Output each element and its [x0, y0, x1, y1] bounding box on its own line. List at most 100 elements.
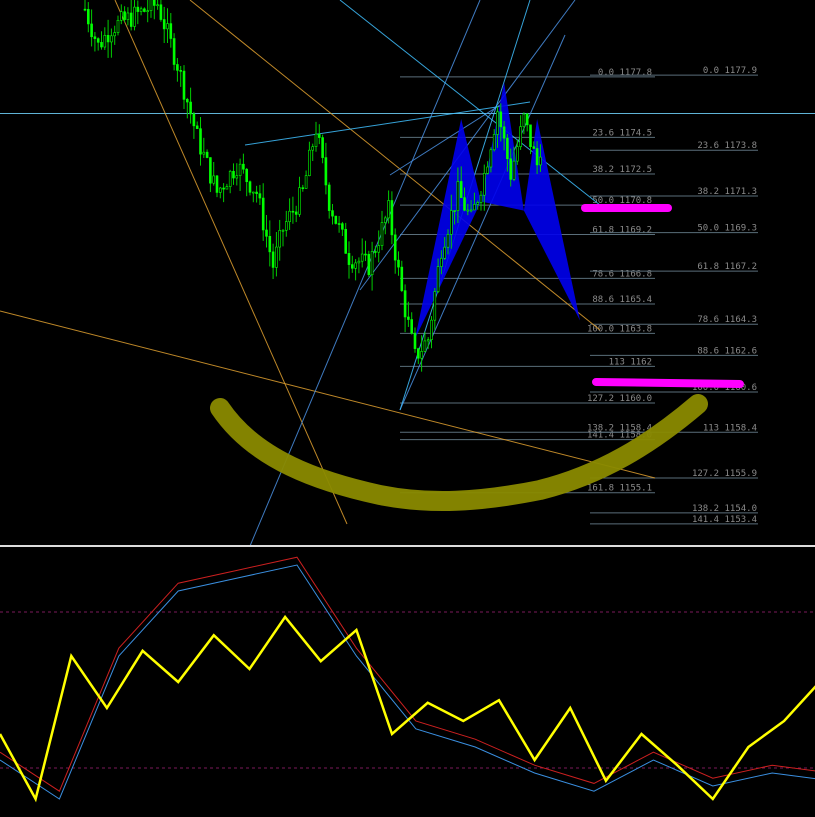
candle-body — [238, 163, 242, 176]
fib-level-right-label: 113 1158.4 — [703, 423, 757, 433]
fib-level-left-label: 61.8 1169.2 — [592, 225, 652, 235]
candle-body — [506, 137, 509, 160]
candle-body — [284, 221, 288, 231]
candle-body — [374, 251, 377, 253]
candle-body — [426, 339, 430, 342]
fib-level-right-label: 78.6 1164.3 — [697, 315, 757, 325]
candle-body — [189, 101, 192, 115]
candle-body — [192, 113, 196, 127]
candle-body — [268, 236, 272, 253]
candle-body — [103, 35, 107, 48]
candle-body — [519, 126, 522, 147]
candle-body — [159, 4, 163, 20]
candle-body — [304, 175, 308, 189]
candle-body — [532, 146, 536, 149]
candle-body — [473, 204, 476, 211]
candle-body — [433, 291, 437, 321]
candle-body — [535, 148, 539, 166]
candle-body — [166, 23, 169, 30]
candle-body — [232, 170, 235, 179]
candle-body — [482, 172, 486, 196]
candle-body — [479, 194, 483, 203]
candle-body — [116, 19, 120, 33]
candle-body — [509, 158, 513, 180]
candle-body — [476, 202, 480, 205]
candle-body — [258, 193, 262, 199]
candle-body — [529, 124, 532, 148]
fib-level-right-label: 50.0 1169.3 — [697, 224, 757, 234]
candle-body — [129, 12, 133, 27]
magenta-highlight[interactable] — [592, 378, 744, 388]
candle-body — [176, 64, 179, 71]
candle-body — [172, 38, 176, 65]
fib-level-left-label: 127.2 1160.0 — [587, 394, 652, 404]
candle-body — [321, 137, 324, 158]
candle-body — [387, 200, 390, 219]
candle-body — [496, 111, 499, 135]
candle-body — [489, 149, 493, 168]
candle-body — [139, 8, 143, 12]
candle-body — [215, 175, 219, 193]
candle-body — [182, 70, 186, 100]
candle-body — [156, 4, 159, 7]
candle-body — [436, 266, 440, 292]
candle-body — [199, 128, 202, 155]
candle-body — [225, 186, 229, 190]
candle-body — [360, 253, 364, 262]
fib-level-left-label: 100.0 1163.8 — [587, 324, 652, 334]
fib-level-left-label: 38.2 1172.5 — [592, 165, 652, 175]
candle-body — [126, 12, 130, 20]
candle-body — [459, 181, 463, 198]
candle-body — [502, 126, 506, 139]
candle-body — [169, 23, 173, 39]
candle-body — [407, 316, 410, 320]
candle-body — [113, 32, 116, 37]
candle-body — [357, 260, 361, 264]
candle-body — [136, 6, 140, 12]
candle-body — [456, 181, 460, 211]
candle-body — [228, 170, 232, 187]
candle-body — [252, 191, 255, 194]
fib-level-right-label: 138.2 1154.0 — [692, 504, 757, 514]
candle-body — [512, 160, 516, 180]
candle-body — [186, 99, 189, 103]
candle-body — [308, 149, 311, 176]
candle-body — [515, 146, 519, 162]
candle-body — [463, 197, 466, 211]
fib-level-right-label: 127.2 1155.9 — [692, 469, 757, 479]
fib-level-left-label: 0.0 1177.8 — [598, 68, 652, 78]
fib-level-left-label: 88.6 1165.4 — [592, 295, 652, 305]
candle-body — [400, 266, 404, 291]
candle-body — [344, 229, 348, 254]
candle-body — [380, 222, 384, 246]
candle-body — [275, 246, 278, 268]
candle-body — [298, 187, 301, 215]
candle-body — [499, 111, 503, 128]
fib-level-right-label: 38.2 1171.3 — [697, 187, 757, 197]
candle-body — [261, 197, 265, 231]
candle-body — [153, 0, 156, 6]
candle-body — [449, 210, 453, 235]
candle-body — [120, 11, 123, 21]
candle-body — [413, 332, 417, 349]
candle-body — [420, 351, 423, 359]
candle-body — [281, 229, 285, 232]
candle-body — [403, 290, 407, 318]
candle-body — [383, 217, 387, 223]
candle-body — [209, 157, 212, 184]
candle-body — [278, 230, 282, 248]
candle-body — [93, 36, 97, 39]
fib-level-left-label: 23.6 1174.5 — [592, 128, 652, 138]
candle-body — [486, 166, 489, 174]
candle-body — [110, 35, 113, 43]
candle-body — [331, 210, 334, 217]
candle-body — [288, 210, 291, 222]
fib-level-right-label: 141.4 1153.4 — [692, 515, 757, 525]
candle-body — [367, 253, 371, 275]
candle-body — [423, 340, 427, 352]
candle-body — [100, 42, 103, 48]
candle-body — [149, 0, 153, 11]
candle-body — [271, 251, 275, 268]
candle-body — [143, 8, 146, 12]
candle-body — [341, 223, 344, 230]
